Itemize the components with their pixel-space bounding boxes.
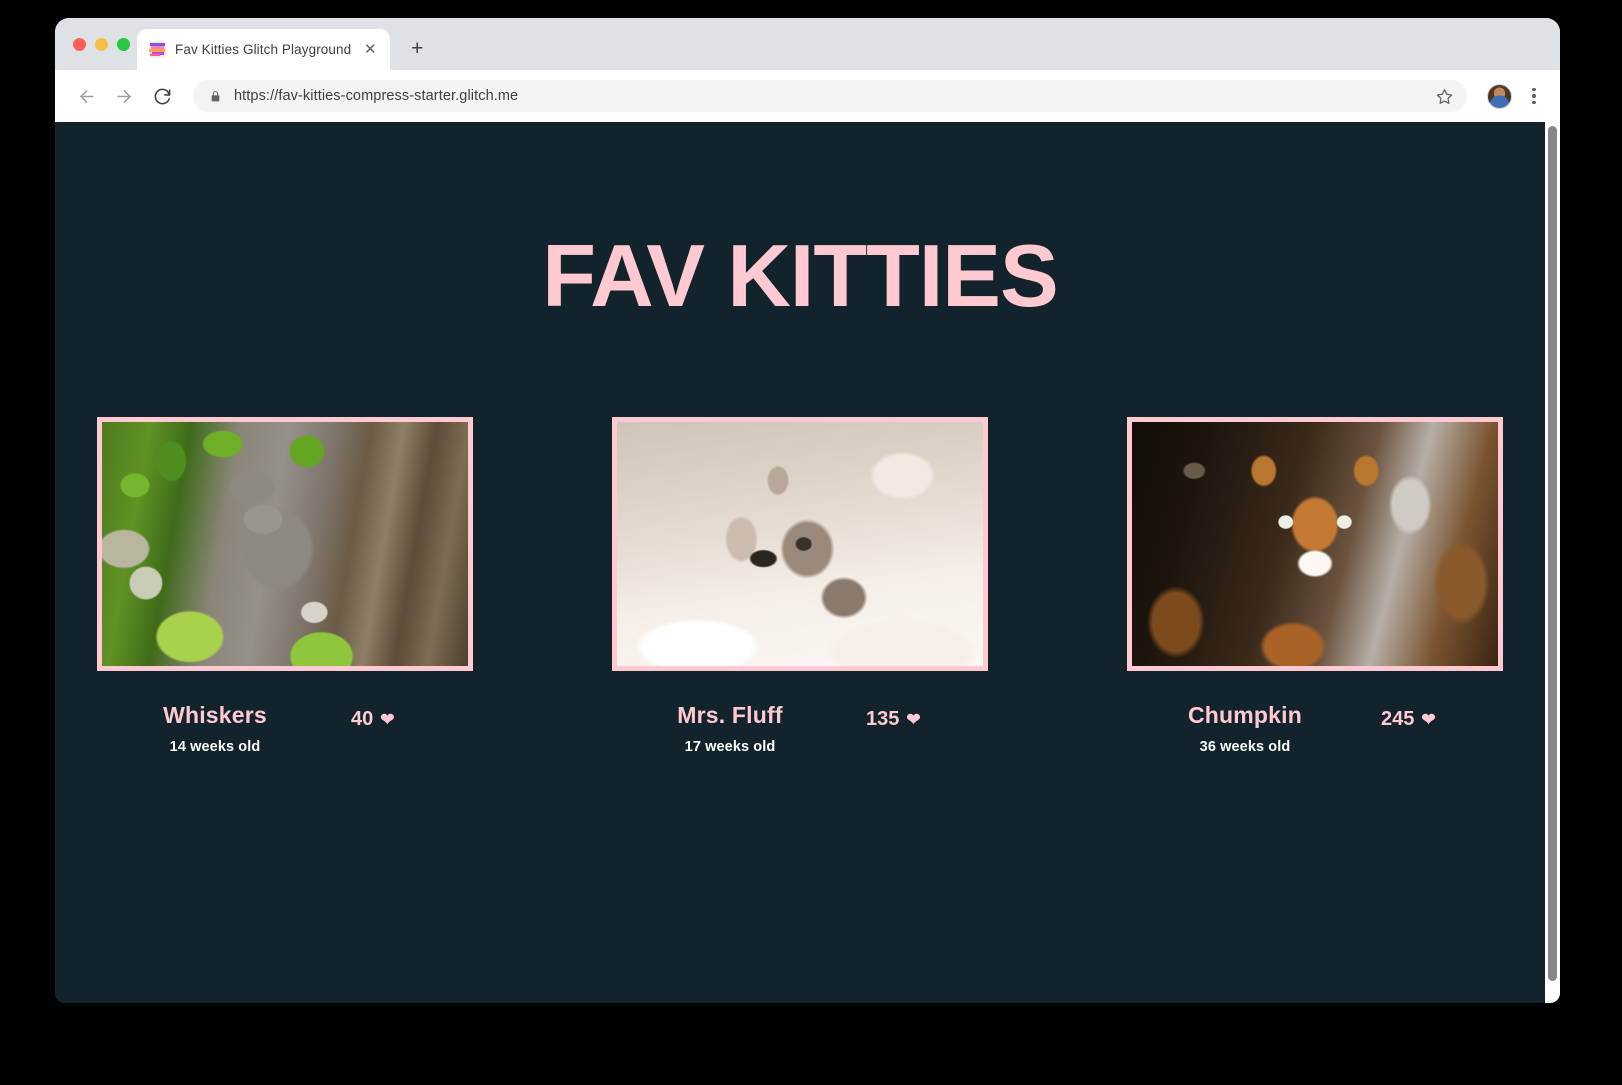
like-counter[interactable]: 245 ❤ bbox=[1381, 708, 1436, 731]
kitty-age: 36 weeks old bbox=[1199, 739, 1291, 756]
browser-menu-icon[interactable] bbox=[1522, 87, 1546, 105]
glitch-favicon bbox=[149, 41, 166, 58]
browser-tab[interactable]: Fav Kitties Glitch Playground ✕ bbox=[137, 29, 391, 70]
kitty-photo bbox=[617, 422, 983, 666]
like-counter[interactable]: 135 ❤ bbox=[866, 708, 921, 731]
new-tab-button[interactable]: + bbox=[404, 35, 430, 61]
profile-avatar[interactable] bbox=[1487, 83, 1512, 109]
kitty-card-info: Whiskers 14 weeks old 40 ❤ bbox=[97, 702, 473, 756]
page-content: FAV KITTIES Whiskers 14 weeks old 40 ❤ M… bbox=[55, 122, 1545, 1003]
kitty-photo-frame[interactable] bbox=[1127, 417, 1503, 671]
bookmark-star-icon[interactable] bbox=[1436, 88, 1453, 105]
back-arrow-icon[interactable] bbox=[71, 81, 101, 111]
forward-arrow-icon[interactable] bbox=[109, 81, 139, 111]
reload-icon[interactable] bbox=[147, 81, 177, 111]
close-window-button[interactable] bbox=[73, 38, 86, 51]
kitty-card-info: Chumpkin 36 weeks old 245 ❤ bbox=[1127, 702, 1503, 756]
kitty-card[interactable]: Whiskers 14 weeks old 40 ❤ bbox=[97, 417, 473, 755]
kitty-card-info: Mrs. Fluff 17 weeks old 135 ❤ bbox=[612, 702, 988, 756]
kitty-name: Whiskers bbox=[163, 702, 267, 728]
heart-icon[interactable]: ❤ bbox=[1421, 711, 1435, 728]
like-count: 135 bbox=[866, 708, 900, 730]
address-bar[interactable]: https://fav-kitties-compress-starter.gli… bbox=[193, 80, 1467, 112]
tab-title: Fav Kitties Glitch Playground bbox=[175, 42, 352, 57]
kitty-photo-frame[interactable] bbox=[612, 417, 988, 671]
browser-toolbar: https://fav-kitties-compress-starter.gli… bbox=[55, 70, 1560, 122]
like-counter[interactable]: 40 ❤ bbox=[351, 708, 395, 731]
kitty-name: Chumpkin bbox=[1187, 702, 1303, 728]
page-title: FAV KITTIES bbox=[542, 226, 1058, 325]
kitty-name-block: Mrs. Fluff 17 weeks old bbox=[612, 702, 848, 756]
minimize-window-button[interactable] bbox=[95, 38, 108, 51]
lock-icon bbox=[209, 90, 222, 103]
browser-window: Fav Kitties Glitch Playground ✕ + https:… bbox=[55, 18, 1560, 1003]
kitty-card[interactable]: Mrs. Fluff 17 weeks old 135 ❤ bbox=[612, 417, 988, 755]
desktop-screen: Fav Kitties Glitch Playground ✕ + https:… bbox=[0, 0, 1622, 1085]
url-text[interactable]: https://fav-kitties-compress-starter.gli… bbox=[234, 88, 1424, 104]
kitty-age: 17 weeks old bbox=[684, 739, 776, 756]
close-tab-icon[interactable]: ✕ bbox=[360, 40, 380, 60]
maximize-window-button[interactable] bbox=[117, 38, 130, 51]
kitty-photo-frame[interactable] bbox=[97, 417, 473, 671]
kitty-photo bbox=[102, 422, 468, 666]
kitty-name-block: Chumpkin 36 weeks old bbox=[1127, 702, 1363, 756]
kitty-card[interactable]: Chumpkin 36 weeks old 245 ❤ bbox=[1127, 417, 1503, 755]
kitty-name-block: Whiskers 14 weeks old bbox=[97, 702, 333, 756]
like-count: 40 bbox=[351, 708, 374, 730]
heart-icon[interactable]: ❤ bbox=[380, 711, 394, 728]
heart-icon[interactable]: ❤ bbox=[906, 711, 920, 728]
page-scrollbar[interactable] bbox=[1545, 122, 1560, 1003]
scrollbar-thumb[interactable] bbox=[1548, 126, 1557, 981]
kitty-age: 14 weeks old bbox=[169, 739, 261, 756]
page-viewport: FAV KITTIES Whiskers 14 weeks old 40 ❤ M… bbox=[55, 122, 1560, 1003]
kitty-photo bbox=[1132, 422, 1498, 666]
kitty-name: Mrs. Fluff bbox=[677, 702, 783, 728]
tab-strip: Fav Kitties Glitch Playground ✕ + bbox=[55, 18, 1560, 70]
kitty-gallery: Whiskers 14 weeks old 40 ❤ Mrs. Fluff 17… bbox=[55, 417, 1545, 755]
window-traffic-lights bbox=[73, 38, 130, 51]
like-count: 245 bbox=[1381, 708, 1415, 730]
